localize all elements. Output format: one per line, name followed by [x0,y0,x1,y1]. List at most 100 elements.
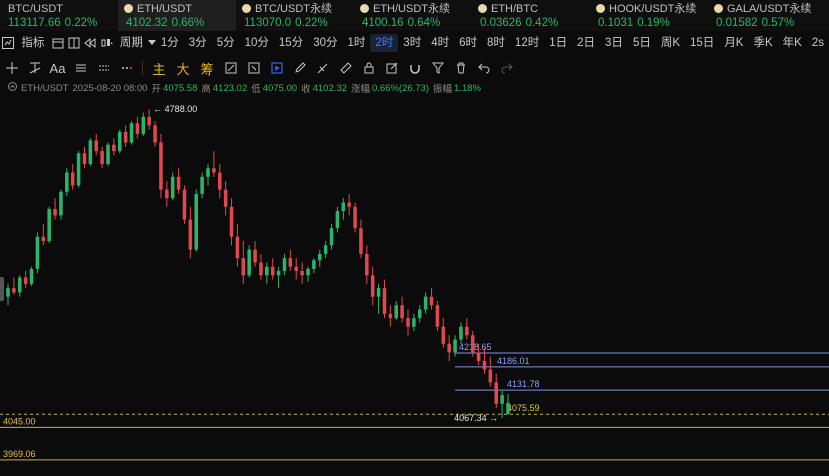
cursor-icon[interactable] [265,58,288,78]
candle-body [476,352,481,361]
period-option[interactable]: 5日 [628,34,656,52]
period-option[interactable]: 15日 [685,34,719,52]
period-option[interactable]: 月K [719,34,748,52]
period-option[interactable]: 6时 [454,34,482,52]
more-icon[interactable] [115,58,138,78]
candle-body [194,193,198,250]
ticker-change: 0.42% [525,17,559,29]
candle-body [153,125,157,143]
period-option[interactable]: 季K [748,34,777,52]
calendar-icon[interactable] [49,34,65,52]
period-option[interactable]: 10分 [240,34,274,52]
refresh-interval[interactable]: 2s [807,34,829,52]
candle-body [47,208,51,242]
edit-box-icon[interactable] [380,58,403,78]
candlestick-chart[interactable]: 4218.65 4186.01 4131.78 4075.59 4045.00 3969.… [0,96,829,476]
layout-icon[interactable] [66,34,82,52]
indicators-button[interactable]: 指标 [16,34,49,52]
candle-body [370,275,375,297]
period-option[interactable]: 4时 [426,34,454,52]
parallel-lines-icon[interactable] [92,58,115,78]
candle-type-icon[interactable] [99,34,115,52]
period-option[interactable]: 3分 [184,34,212,52]
period-option[interactable]: 5分 [212,34,240,52]
undo-icon[interactable] [472,58,495,78]
chip-button[interactable]: 筹 [195,58,219,78]
period-option[interactable]: 15分 [274,34,308,52]
high-marker-label: ← 4788.00 [153,104,197,114]
crosshair-icon[interactable] [0,58,23,78]
ticker-tab[interactable]: GALA/USDT永续 0.01582 0.57% [708,0,826,31]
ticker-tab[interactable]: HOOK/USDT永续 0.1031 0.19% [590,0,708,31]
period-option[interactable]: 3日 [600,34,628,52]
open-value: 4075.58 [163,82,198,94]
ruler-icon[interactable] [334,58,357,78]
ticker-price: 113117.66 [8,17,61,29]
price-level-label: 4131.78 [507,379,540,389]
redo-icon[interactable] [495,58,518,78]
low-label: 低 [251,84,261,95]
edit-icon[interactable] [219,58,242,78]
chevron-down-icon[interactable] [147,34,156,52]
period-option[interactable]: 12时 [510,34,544,52]
candle-body [253,249,257,263]
candle-body [500,395,504,404]
rewind-icon[interactable] [82,34,98,52]
candle-body [59,191,63,216]
panel-collapse-handle[interactable] [0,277,4,301]
magnet-icon[interactable] [403,58,426,78]
candle-body [359,228,363,254]
candle-body [35,236,40,269]
candle-body [218,172,222,190]
info-symbol: ETH/USDT [21,82,69,94]
price-level-label: 4218.65 [459,342,492,352]
candle-body [188,219,193,250]
ticker-price: 113070.0 [244,17,292,29]
favorite-dot-icon [714,4,723,13]
big-order-button[interactable]: 大 [171,58,195,78]
ticker-name: BTC/USDT [8,3,63,15]
favorite-dot-icon [360,4,369,13]
candle-body [165,189,169,199]
filter-icon[interactable] [426,58,449,78]
period-option[interactable]: 3时 [398,34,426,52]
indicator-icon[interactable] [0,34,16,52]
pencil-icon[interactable] [288,58,311,78]
candle-body [306,268,310,276]
candle-body [241,258,246,276]
period-option[interactable]: 1日 [544,34,572,52]
candle-body [70,172,75,186]
main-indicator-button[interactable]: 主 [147,58,171,78]
candle-body [41,236,46,242]
fib-icon[interactable] [69,58,92,78]
trend-line-icon[interactable] [23,58,46,78]
period-option[interactable]: 30分 [308,34,342,52]
ticker-name: ETH/USDT永续 [373,3,450,15]
period-option[interactable]: 8时 [482,34,510,52]
brush-icon[interactable] [311,58,334,78]
ticker-tab[interactable]: ETH/BTC 0.03626 0.42% [472,0,590,31]
candle-body [382,288,387,314]
period-option[interactable]: 1分 [156,34,184,52]
lock-icon[interactable] [357,58,380,78]
ticker-tab[interactable]: BTC/USDT 113117.66 0.22% [0,0,118,31]
candle-body [388,313,393,319]
candle-body [394,305,398,319]
period-option[interactable]: 2时 [370,34,399,52]
ticker-tab[interactable]: ETH/USDT永续 4100.16 0.64% [354,0,472,31]
ticker-tab[interactable]: ETH/USDT 4102.32 0.66% [118,0,236,31]
ticker-price: 0.03626 [480,17,522,29]
period-option[interactable]: 1时 [342,34,370,52]
candle-body [353,206,357,229]
collapse-icon[interactable] [8,82,17,94]
period-option[interactable]: 年K [778,34,807,52]
period-dropdown[interactable]: 周期 [115,34,148,52]
candle-body [176,176,181,190]
period-option[interactable]: 2日 [572,34,600,52]
grid-icon[interactable] [242,58,265,78]
ticker-tab[interactable]: BTC/USDT永续 113070.0 0.22% [236,0,354,31]
text-tool[interactable]: Aa [46,58,69,78]
trash-icon[interactable] [449,58,472,78]
period-option[interactable]: 周K [656,34,685,52]
change-value: 0.66%(26.73) [371,82,430,94]
